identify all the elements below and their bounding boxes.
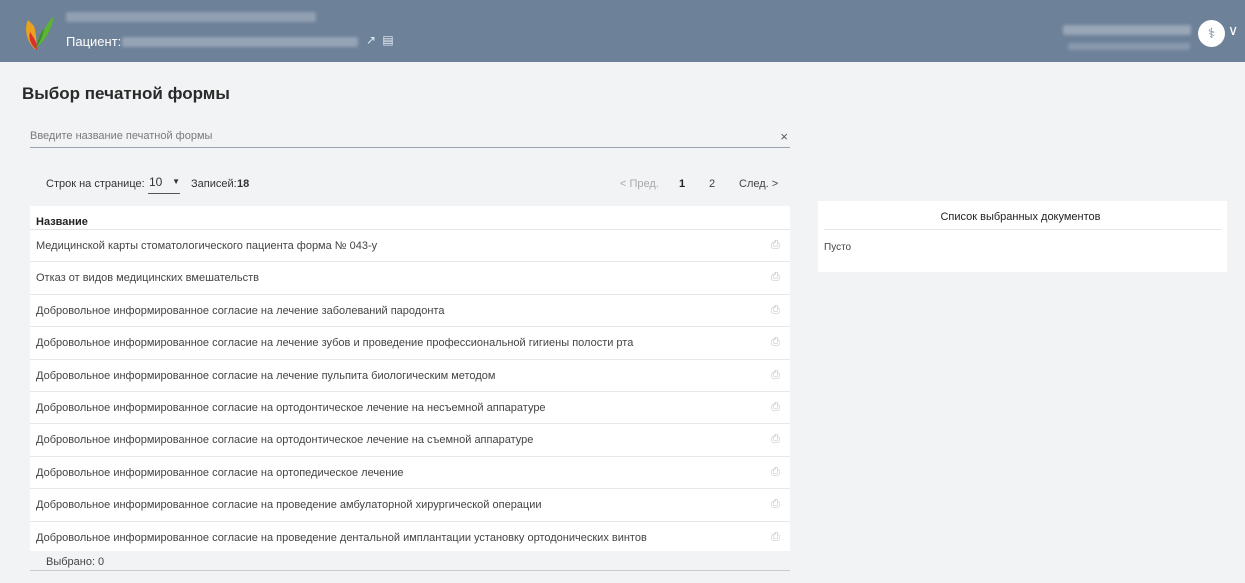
- pagination-prev[interactable]: < Пред.: [620, 178, 659, 190]
- table-row[interactable]: Добровольное информированное согласие на…: [30, 327, 790, 360]
- row-name: Добровольное информированное согласие на…: [36, 531, 647, 544]
- row-name: Добровольное информированное согласие на…: [36, 304, 445, 317]
- table-row[interactable]: Добровольное информированное согласие на…: [30, 457, 790, 490]
- table-row[interactable]: Добровольное информированное согласие на…: [30, 360, 790, 392]
- close-icon[interactable]: ×: [780, 129, 788, 144]
- page-title: Выбор печатной формы: [22, 84, 230, 103]
- selected-count: Выбрано: 0: [30, 553, 790, 571]
- user-role: [1068, 43, 1190, 50]
- column-header-name[interactable]: Название: [30, 206, 790, 230]
- caret-down-icon: ▼: [172, 177, 180, 186]
- table-row[interactable]: Добровольное информированное согласие на…: [30, 522, 790, 554]
- printer-icon[interactable]: ⎙: [769, 466, 782, 479]
- rows-per-page-value: 10: [149, 175, 163, 189]
- chevron-down-icon[interactable]: ∨: [1228, 22, 1238, 39]
- app-logo: [26, 16, 54, 50]
- table-row[interactable]: Добровольное информированное согласие на…: [30, 424, 790, 457]
- user-name[interactable]: [1063, 25, 1191, 35]
- selected-documents-panel: Список выбранных документов Пусто: [818, 201, 1227, 272]
- printer-icon[interactable]: ⎙: [769, 531, 782, 544]
- row-name: Добровольное информированное согласие на…: [36, 434, 534, 447]
- records-label: Записей:: [191, 178, 237, 190]
- printer-icon[interactable]: ⎙: [769, 304, 782, 317]
- pagination-next[interactable]: След. >: [739, 178, 778, 190]
- row-name: Медицинской карты стоматологического пац…: [36, 240, 378, 252]
- search-field: ×: [30, 126, 790, 148]
- printer-icon[interactable]: ⎙: [769, 401, 782, 414]
- pagination-page-2[interactable]: 2: [709, 178, 715, 190]
- patient-name[interactable]: [122, 37, 358, 47]
- table-row[interactable]: Добровольное информированное согласие на…: [30, 489, 790, 522]
- organization-name: [66, 12, 316, 22]
- row-name: Добровольное информированное согласие на…: [36, 499, 542, 512]
- stethoscope-icon[interactable]: ⚕: [1198, 20, 1225, 47]
- pagination-page-1[interactable]: 1: [679, 178, 685, 190]
- rows-per-page-select[interactable]: 10 ▼: [148, 175, 180, 194]
- divider: [824, 229, 1221, 230]
- records-count: 18: [237, 178, 250, 190]
- table-row[interactable]: Добровольное информированное согласие на…: [30, 295, 790, 328]
- table-row[interactable]: Добровольное информированное согласие на…: [30, 392, 790, 425]
- card-icon[interactable]: ▤: [381, 33, 395, 47]
- printer-icon[interactable]: ⎙: [769, 271, 782, 284]
- row-name: Добровольное информированное согласие на…: [36, 337, 634, 350]
- printer-icon[interactable]: ⎙: [769, 239, 782, 252]
- selected-value: 0: [98, 556, 105, 568]
- search-input[interactable]: [30, 126, 770, 146]
- table-row[interactable]: Медицинской карты стоматологического пац…: [30, 230, 790, 263]
- print-forms-table: Название Медицинской карты стоматологиче…: [30, 206, 790, 551]
- printer-icon[interactable]: ⎙: [769, 369, 782, 382]
- rows-per-page-label: Строк на странице:: [46, 178, 145, 190]
- open-external-icon[interactable]: ↗: [364, 33, 378, 47]
- row-name: Отказ от видов медицинских вмешательств: [36, 272, 259, 285]
- top-header: Пациент: ↗ ▤ ⚕ ∨: [0, 0, 1245, 62]
- printer-icon[interactable]: ⎙: [769, 498, 782, 511]
- printer-icon[interactable]: ⎙: [769, 336, 782, 349]
- row-name: Добровольное информированное согласие на…: [36, 369, 496, 382]
- table-row[interactable]: Отказ от видов медицинских вмешательств …: [30, 262, 790, 295]
- selected-label: Выбрано:: [46, 556, 96, 568]
- row-name: Добровольное информированное согласие на…: [36, 401, 546, 414]
- printer-icon[interactable]: ⎙: [769, 433, 782, 446]
- patient-label: Пациент:: [66, 34, 122, 49]
- row-name: Добровольное информированное согласие на…: [36, 466, 404, 479]
- selected-documents-title: Список выбранных документов: [940, 211, 1101, 223]
- empty-list-text: Пусто: [824, 242, 852, 253]
